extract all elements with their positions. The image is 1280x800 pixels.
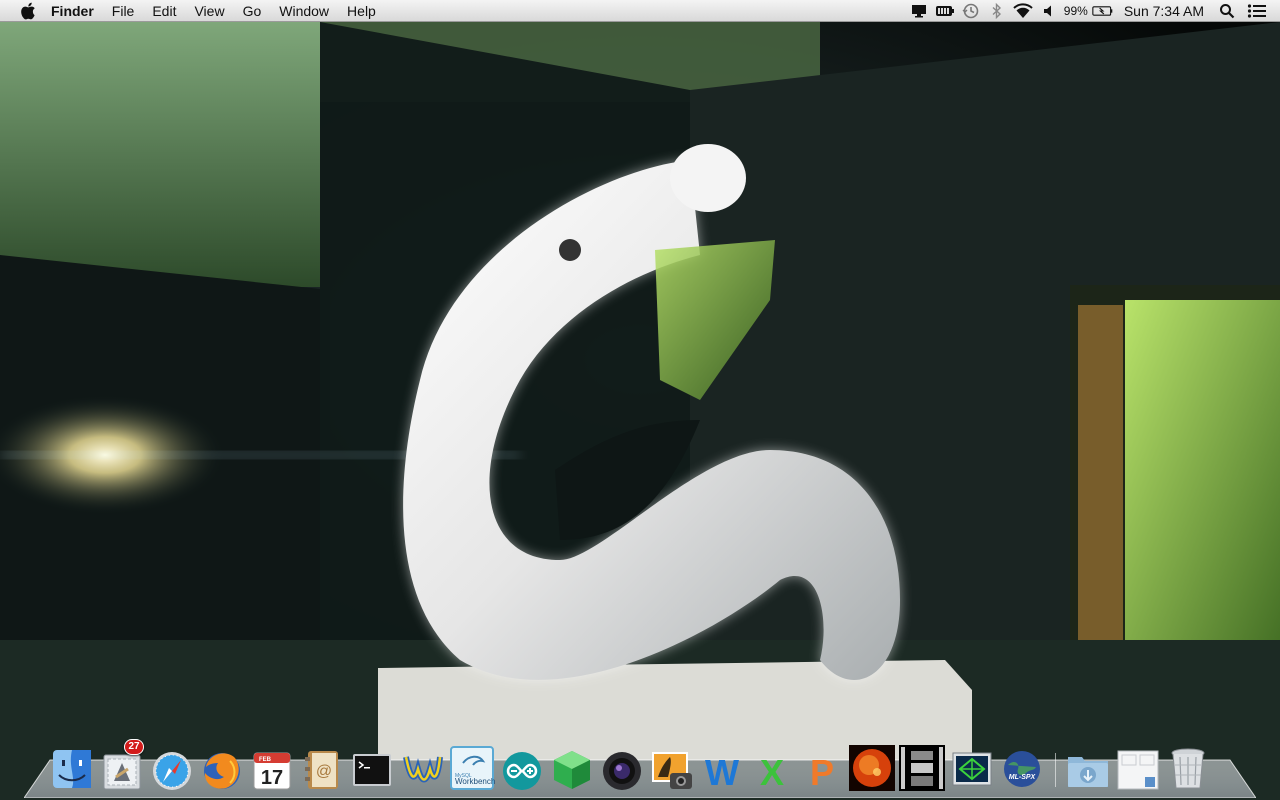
network-monitor-icon: [952, 752, 992, 786]
menu-bar-left: Finder File Edit View Go Window Help: [0, 0, 385, 22]
dock-item-filmstrip[interactable]: [898, 739, 946, 791]
dock-item-mail[interactable]: 27: [98, 739, 146, 791]
word-letter: W: [705, 752, 739, 791]
dock-item-powerpoint[interactable]: P: [798, 739, 846, 791]
notification-center-icon[interactable]: [1246, 0, 1268, 22]
menu-window[interactable]: Window: [270, 0, 338, 22]
camera-lens-icon: [603, 752, 641, 790]
documents-stack-icon: [1117, 750, 1159, 790]
mysql-workbench-icon: MySQL Workbench: [450, 746, 495, 790]
volume-icon[interactable]: [1038, 0, 1060, 22]
calendar-day: 17: [261, 767, 283, 789]
dock-item-green-cube[interactable]: [548, 739, 596, 791]
wifi-icon[interactable]: [1012, 0, 1034, 22]
dock-item-network-monitor[interactable]: [948, 739, 996, 791]
powerpoint-letter: P: [810, 752, 834, 791]
dock-item-globe-app[interactable]: ML-SPX: [998, 739, 1046, 791]
menu-edit[interactable]: Edit: [143, 0, 185, 22]
svg-text:@: @: [316, 763, 332, 780]
dock-item-camera-lens[interactable]: [598, 739, 646, 791]
menu-file[interactable]: File: [103, 0, 144, 22]
dock-item-wireshark[interactable]: [398, 739, 446, 791]
downloads-folder-icon: [1068, 757, 1108, 787]
bluetooth-icon[interactable]: [986, 0, 1008, 22]
powerpoint-icon: P: [810, 752, 834, 791]
address-book-icon: @: [305, 751, 338, 789]
menu-help[interactable]: Help: [338, 0, 385, 22]
filmstrip-icon: [899, 745, 945, 791]
dock-item-safari[interactable]: [148, 739, 196, 791]
dock-item-finder[interactable]: [48, 739, 96, 791]
dock-item-downloads[interactable]: [1064, 739, 1112, 791]
menu-view[interactable]: View: [185, 0, 233, 22]
dock-item-iphoto[interactable]: [648, 739, 696, 791]
dock-separator: [1048, 739, 1062, 791]
firefox-icon: [204, 753, 240, 789]
battery-extra-icon[interactable]: [934, 0, 956, 22]
desktop[interactable]: [0, 0, 1280, 800]
mail-unread-badge: 27: [124, 739, 144, 755]
arduino-icon: [503, 752, 541, 790]
battery-charging-icon[interactable]: [1092, 0, 1114, 22]
dock-item-calendar[interactable]: FEB 17: [248, 739, 296, 791]
menu-clock[interactable]: Sun 7:34 AM: [1116, 3, 1214, 19]
trash-icon: [1171, 748, 1205, 789]
sun-image-icon: [849, 745, 895, 791]
dock-item-address-book[interactable]: @: [298, 739, 346, 791]
dock: 27 FEB 17 @ MySQL Workbench W X P ML-SPX: [48, 737, 1212, 791]
battery-percent[interactable]: 99%: [1062, 4, 1090, 18]
dock-item-terminal[interactable]: [348, 739, 396, 791]
green-cube-icon: [554, 751, 590, 789]
finder-icon: [53, 750, 91, 788]
workbench-label: Workbench: [455, 777, 495, 786]
iphoto-icon: [652, 752, 692, 789]
dock-item-arduino[interactable]: [498, 739, 546, 791]
dock-item-word[interactable]: W: [698, 739, 746, 791]
apple-icon[interactable]: [14, 0, 42, 22]
spotlight-search-icon[interactable]: [1216, 0, 1238, 22]
menu-app-finder[interactable]: Finder: [42, 0, 103, 22]
menu-bar-extras: 99% Sun 7:34 AM: [906, 0, 1280, 22]
calendar-icon: FEB 17: [253, 752, 291, 790]
menu-go[interactable]: Go: [234, 0, 271, 22]
wireshark-icon: [403, 756, 443, 783]
wallpaper-sculpture-image: [0, 0, 1280, 800]
dock-item-documents-stack[interactable]: [1114, 739, 1162, 791]
excel-icon: X: [760, 752, 784, 791]
dock-item-sun-image[interactable]: [848, 739, 896, 791]
menu-bar: Finder File Edit View Go Window Help 99%…: [0, 0, 1280, 22]
dock-item-trash[interactable]: [1164, 739, 1212, 791]
safari-icon: [153, 752, 191, 790]
excel-letter: X: [760, 752, 784, 791]
globe-app-icon: ML-SPX: [1004, 751, 1040, 787]
terminal-icon: [353, 754, 391, 786]
dock-item-excel[interactable]: X: [748, 739, 796, 791]
display-mirroring-icon[interactable]: [908, 0, 930, 22]
dock-item-mysql-workbench[interactable]: MySQL Workbench: [448, 739, 496, 791]
dock-item-firefox[interactable]: [198, 739, 246, 791]
word-icon: W: [705, 752, 739, 791]
time-machine-icon[interactable]: [960, 0, 982, 22]
calendar-month: FEB: [259, 757, 272, 763]
globe-app-label: ML-SPX: [1009, 774, 1037, 781]
